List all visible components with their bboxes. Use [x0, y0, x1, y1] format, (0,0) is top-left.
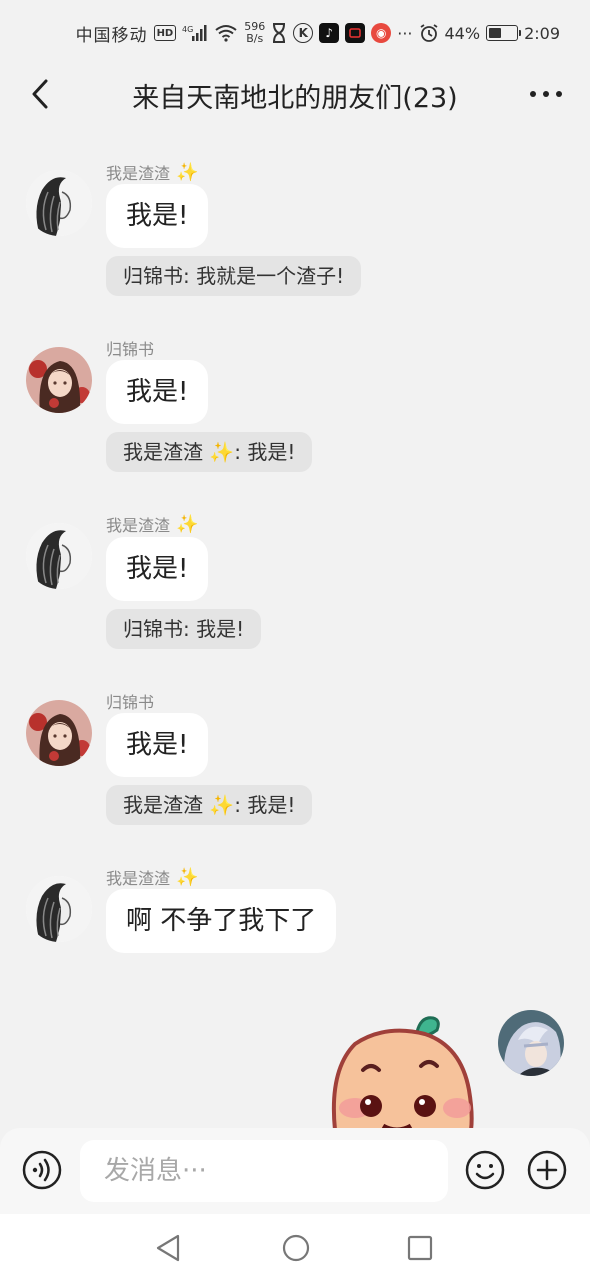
message-bubble[interactable]: 我是! [106, 360, 209, 424]
quoted-reply[interactable]: 我是渣渣 ✨: 我是! [106, 432, 313, 472]
sender-name: 我是渣渣 ✨ [106, 513, 199, 536]
chat-title: 来自天南地北的朋友们(23) [132, 83, 458, 114]
message-bubble[interactable]: 我是! [106, 537, 209, 601]
system-home-icon[interactable] [280, 1232, 312, 1264]
message-bubble[interactable]: 啊 不争了我下了 [106, 889, 337, 953]
hourglass-icon [271, 22, 287, 44]
sender-name: 归锦书 [106, 693, 155, 712]
more-dots-icon[interactable] [528, 80, 564, 108]
more-notifications-icon: ··· [397, 23, 413, 43]
network-speed: 596 B/s [244, 21, 265, 45]
voice-icon[interactable] [22, 1150, 62, 1190]
k-app-icon: K [293, 23, 314, 43]
system-navigation-bar [0, 1214, 590, 1280]
message-input-bar [0, 1128, 590, 1214]
message-bubble[interactable]: 我是! [106, 713, 209, 777]
sender-name: 我是渣渣 ✨ [106, 161, 199, 184]
avatar[interactable] [26, 170, 92, 236]
message-input[interactable] [80, 1140, 448, 1202]
speed-unit: B/s [246, 32, 264, 45]
wifi-icon [214, 22, 238, 44]
battery-icon [486, 25, 522, 41]
weibo-icon: ◉ [371, 23, 392, 43]
quoted-reply[interactable]: 归锦书: 我就是一个渣子! [106, 256, 362, 296]
sparkle-icon: ✨ [176, 866, 199, 888]
quoted-reply[interactable]: 我是渣渣 ✨: 我是! [106, 785, 313, 825]
self-avatar[interactable] [498, 1010, 564, 1076]
video-app-icon [345, 23, 366, 43]
back-arrow-icon[interactable] [22, 76, 58, 112]
quoted-reply[interactable]: 归锦书: 我是! [106, 609, 262, 649]
carrier-name: 中国移动 [75, 25, 148, 46]
avatar[interactable] [26, 700, 92, 766]
status-bar: 中国移动 HD 4G 596 B/s K ♪ ◉ ··· 44% 2:09 [0, 0, 590, 66]
avatar[interactable] [26, 347, 92, 413]
avatar[interactable] [26, 523, 92, 589]
system-recent-apps-icon[interactable] [404, 1232, 436, 1264]
message-bubble[interactable]: 我是! [106, 184, 209, 248]
network-type: 4G [182, 25, 193, 34]
sparkle-icon: ✨ [209, 440, 235, 464]
sparkle-icon: ✨ [209, 793, 235, 817]
plus-icon[interactable] [527, 1150, 567, 1190]
signal-icon: 4G [182, 22, 208, 44]
sender-name: 我是渣渣 ✨ [106, 866, 199, 889]
alarm-icon [419, 22, 439, 44]
system-back-icon[interactable] [152, 1232, 184, 1264]
sender-name: 归锦书 [106, 340, 155, 359]
battery-percent: 44% [444, 23, 481, 43]
sticker-image[interactable] [325, 1010, 485, 1133]
hd-icon: HD [153, 25, 177, 41]
chat-header: 来自天南地北的朋友们(23) [0, 66, 590, 122]
sparkle-icon: ✨ [176, 513, 199, 535]
sparkle-icon: ✨ [176, 161, 199, 183]
avatar[interactable] [26, 876, 92, 942]
tiktok-icon: ♪ [319, 23, 340, 43]
clock-time: 2:09 [524, 23, 560, 43]
emoji-icon[interactable] [465, 1150, 505, 1190]
